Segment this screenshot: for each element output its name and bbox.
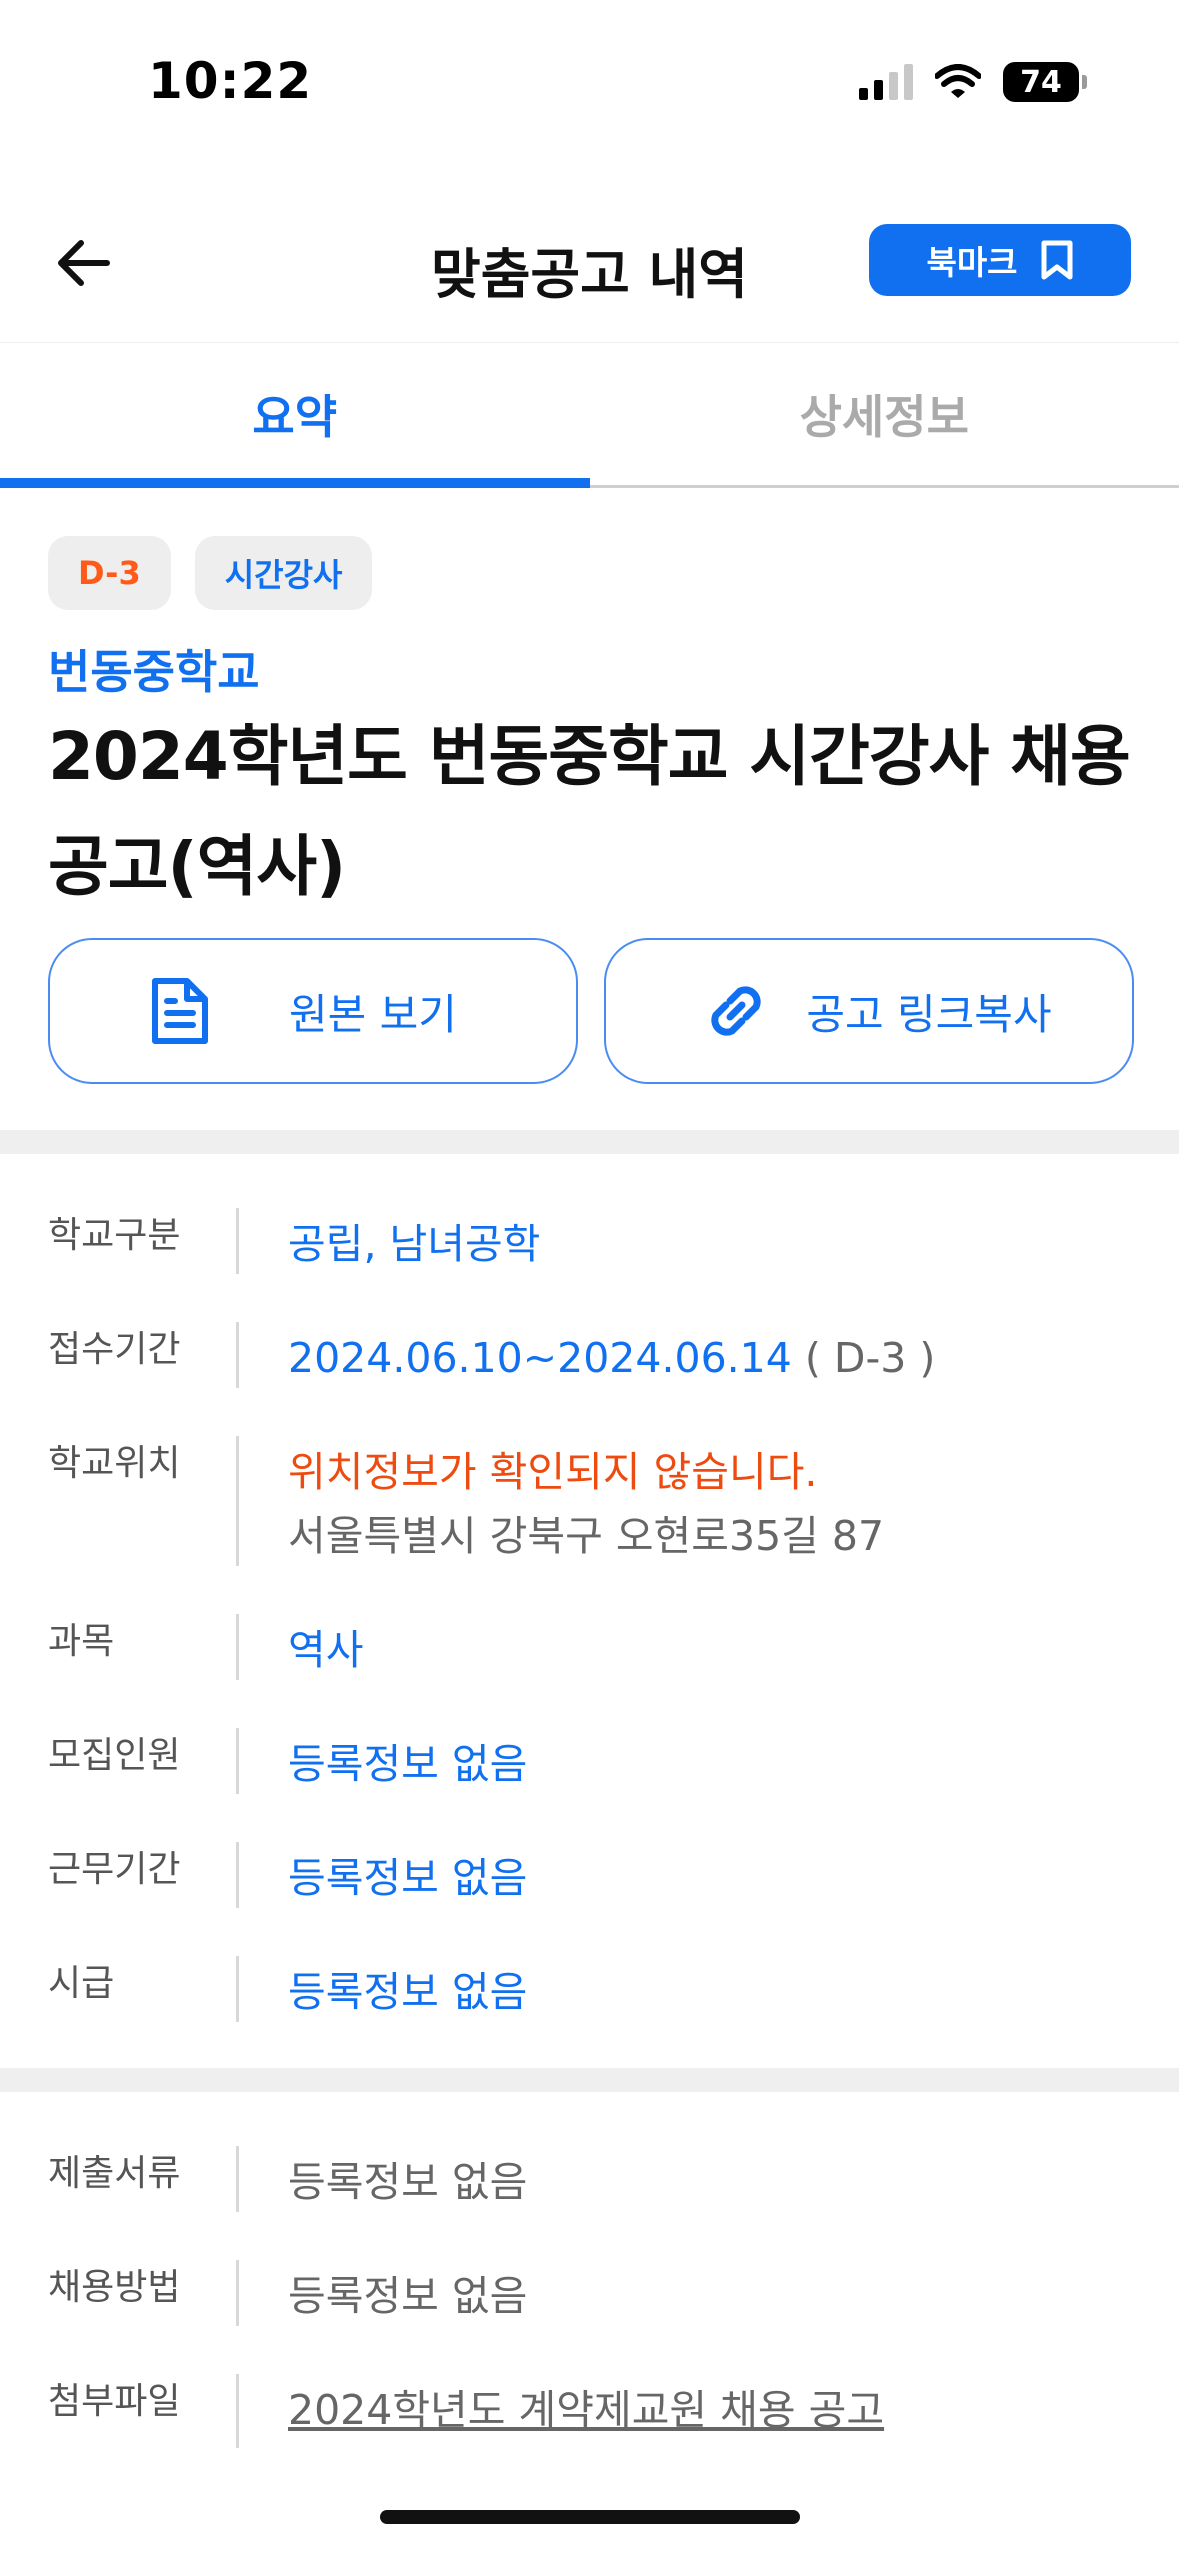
method-value: 등록정보 없음	[288, 2272, 528, 2320]
bookmark-label: 북마크	[926, 243, 1018, 282]
school-type-value: 공립, 남녀공학	[288, 1220, 541, 1268]
info-label: 과목	[48, 1621, 115, 1662]
action-row: 원본 보기 공고 링크복사	[48, 938, 1134, 1084]
info-label: 접수기간	[48, 1329, 181, 1370]
hourly-pay-value: 등록정보 없음	[288, 1968, 528, 2016]
info-separator	[236, 1208, 239, 1274]
school-name: 번동중학교	[48, 645, 260, 699]
view-original-label: 원본 보기	[289, 989, 457, 1039]
info-label: 첨부파일	[48, 2381, 181, 2422]
cellular-signal-icon	[859, 64, 913, 100]
attachment-value: 2024학년도 계약제교원 채용 공고	[288, 2378, 884, 2442]
tab-details[interactable]: 상세정보	[590, 343, 1179, 485]
document-icon	[130, 975, 230, 1047]
status-time: 10:22	[148, 52, 313, 110]
period-dday: ( D-3 )	[791, 1334, 936, 1382]
battery-icon: 74	[1003, 62, 1087, 102]
info-label: 학교위치	[48, 1443, 181, 1484]
view-original-button[interactable]: 원본 보기	[48, 938, 578, 1084]
info-separator	[236, 1842, 239, 1908]
info-separator	[236, 2146, 239, 2212]
location-warning: 위치정보가 확인되지 않습니다.	[288, 1448, 818, 1496]
attachment-link[interactable]: 2024학년도 계약제교원 채용 공고	[288, 2386, 884, 2434]
tab-summary[interactable]: 요약	[0, 343, 590, 488]
home-indicator[interactable]	[380, 2510, 800, 2524]
bottom-safe-area	[0, 2448, 1179, 2556]
wifi-icon	[935, 64, 981, 98]
info-label: 모집인원	[48, 1735, 181, 1776]
info-label: 제출서류	[48, 2153, 181, 2194]
info-separator	[236, 1728, 239, 1794]
period-value: 2024.06.10~2024.06.14 ( D-3 )	[288, 1326, 935, 1390]
job-detail-screen: 10:22 74 맞춤공고 내역 북마크 요약 상세정보 D-3 시간강사 번동…	[0, 0, 1179, 2556]
info-separator	[236, 1956, 239, 2022]
dday-badge: D-3	[48, 536, 171, 610]
bookmark-icon	[1041, 240, 1073, 280]
section-divider	[0, 1130, 1179, 1154]
location-value: 위치정보가 확인되지 않습니다. 서울특별시 강북구 오현로35길 87	[288, 1440, 884, 1568]
info-label: 학교구분	[48, 1215, 181, 1256]
info-separator	[236, 1322, 239, 1388]
location-address: 서울특별시 강북구 오현로35길 87	[288, 1512, 885, 1560]
info-separator	[236, 2374, 239, 2454]
badge-row: D-3 시간강사	[48, 536, 373, 610]
subject-value: 역사	[288, 1626, 364, 1674]
recruits-value: 등록정보 없음	[288, 1740, 528, 1788]
info-separator	[236, 1614, 239, 1680]
job-title: 2024학년도 번동중학교 시간강사 채용 공고(역사)	[48, 718, 1131, 905]
info-separator	[236, 1436, 239, 1566]
bookmark-button[interactable]: 북마크	[869, 224, 1131, 296]
info-separator	[236, 2260, 239, 2326]
info-label: 시급	[48, 1963, 115, 2004]
app-header: 맞춤공고 내역 북마크	[0, 200, 1179, 320]
section-divider	[0, 2068, 1179, 2092]
tab-bar: 요약 상세정보	[0, 342, 1179, 488]
status-bar: 10:22 74	[0, 0, 1179, 170]
position-type-badge: 시간강사	[194, 536, 373, 610]
period-dates: 2024.06.10~2024.06.14	[288, 1334, 792, 1382]
info-label: 채용방법	[48, 2267, 181, 2308]
link-icon	[686, 975, 786, 1047]
documents-value: 등록정보 없음	[288, 2158, 528, 2206]
battery-level: 74	[1020, 64, 1062, 100]
copy-link-label: 공고 링크복사	[806, 989, 1052, 1039]
status-icons: 74	[859, 62, 1087, 102]
info-label: 근무기간	[48, 1849, 181, 1890]
copy-link-button[interactable]: 공고 링크복사	[604, 938, 1134, 1084]
work-period-value: 등록정보 없음	[288, 1854, 528, 1902]
